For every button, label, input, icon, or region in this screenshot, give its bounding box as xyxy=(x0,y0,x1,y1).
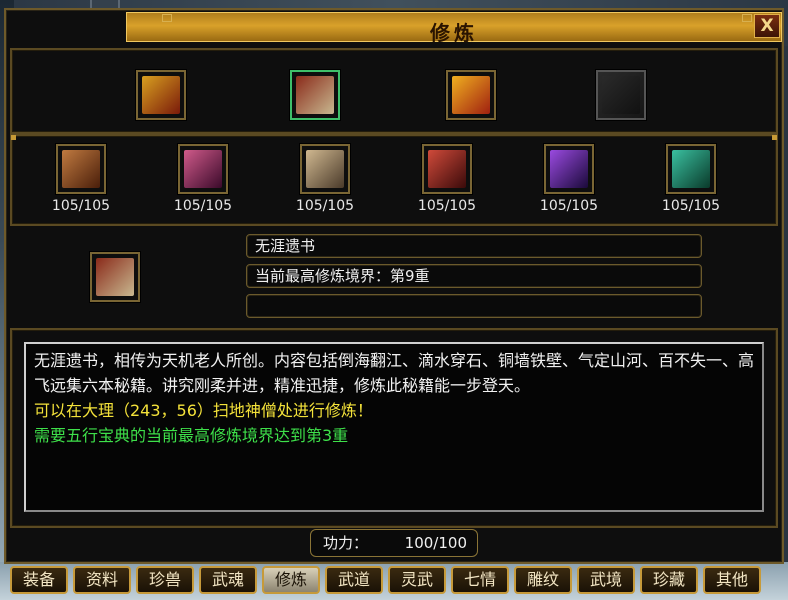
title-bar[interactable]: 修炼 xyxy=(126,12,782,45)
tab-2[interactable]: 珍兽 xyxy=(136,566,194,594)
gongli-value: 100/100 xyxy=(404,534,467,552)
requirement-text: 需要五行宝典的当前最高修炼境界达到第3重 xyxy=(34,426,349,445)
tab-3[interactable]: 武魂 xyxy=(199,566,257,594)
tab-6[interactable]: 灵武 xyxy=(388,566,446,594)
tab-1[interactable]: 资料 xyxy=(73,566,131,594)
title-corner-right xyxy=(742,14,752,22)
manual-pink-icon[interactable] xyxy=(178,144,228,194)
manual-row-panel: 105/105 105/105 105/105 105/105 105/105 105/1… xyxy=(10,134,778,226)
gongli-label: 功力： xyxy=(323,534,369,552)
cultivation-window: ? 修炼 X 105/105105/105105/105105/105105/1… xyxy=(4,8,784,564)
description-text: 无涯遗书，相传为天机老人所创。内容包括倒海翻江、滴水穿石、铜墙铁壁、气定山河、百… xyxy=(34,351,755,395)
close-button[interactable]: X xyxy=(754,14,780,38)
manual-tan-icon[interactable] xyxy=(300,144,350,194)
selected-realm-field: 当前最高修炼境界：第9重 xyxy=(246,264,702,288)
manual-count: 105/105 xyxy=(173,198,233,214)
manual-count: 105/105 xyxy=(51,198,111,214)
manual-purple-icon[interactable] xyxy=(544,144,594,194)
tab-0[interactable]: 装备 xyxy=(10,566,68,594)
gold-ingots-icon[interactable] xyxy=(446,70,496,120)
scroll-bundle-icon[interactable] xyxy=(90,252,140,302)
selected-extra-field xyxy=(246,294,702,318)
tab-5[interactable]: 武道 xyxy=(325,566,383,594)
manual-count: 105/105 xyxy=(539,198,599,214)
title-corner-left xyxy=(162,14,172,22)
bottom-tab-bar: 装备 资料 珍兽 武魂 修炼 武道 灵武 七情 雕纹 武境 珍藏 其他 xyxy=(10,566,780,598)
manual-count: 105/105 xyxy=(417,198,477,214)
selected-name-field: 无涯遗书 xyxy=(246,234,702,258)
description-box: 无涯遗书，相传为天机老人所创。内容包括倒海翻江、滴水穿石、铜墙铁壁、气定山河、百… xyxy=(24,342,764,512)
tab-9[interactable]: 武境 xyxy=(577,566,635,594)
scroll-bundle-icon[interactable] xyxy=(290,70,340,120)
manual-count: 105/105 xyxy=(295,198,355,214)
tab-10[interactable]: 珍藏 xyxy=(640,566,698,594)
empty-slot-icon[interactable] xyxy=(596,70,646,120)
tab-4[interactable]: 修炼 xyxy=(262,566,320,594)
manual-red-icon[interactable] xyxy=(422,144,472,194)
window-title: 修炼 xyxy=(430,21,478,45)
golden-books-icon[interactable] xyxy=(136,70,186,120)
tab-11[interactable]: 其他 xyxy=(703,566,761,594)
gongli-display: 功力： 100/100 xyxy=(310,529,478,557)
manual-bronze-icon[interactable] xyxy=(56,144,106,194)
location-hint: 可以在大理（243，56）扫地神僧处进行修炼！ xyxy=(34,401,373,420)
manual-teal-icon[interactable] xyxy=(666,144,716,194)
tab-8[interactable]: 雕纹 xyxy=(514,566,572,594)
tab-7[interactable]: 七情 xyxy=(451,566,509,594)
manual-count: 105/105 xyxy=(661,198,721,214)
item-row-panel xyxy=(10,48,778,134)
